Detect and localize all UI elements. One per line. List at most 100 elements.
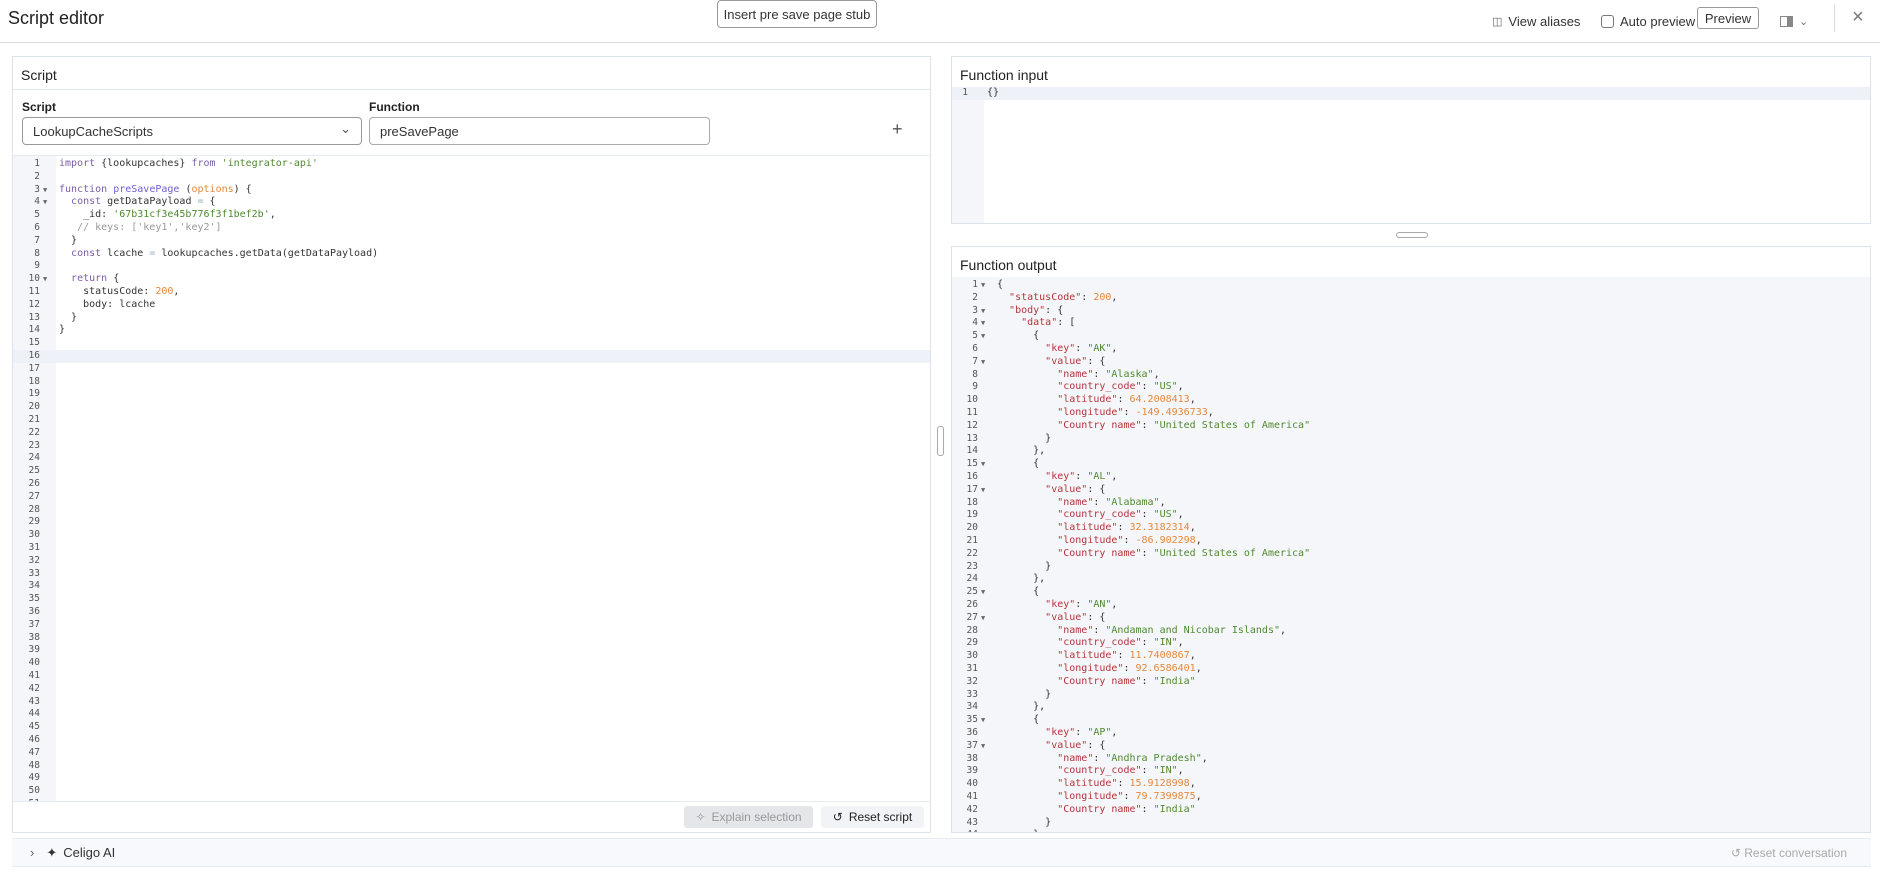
line-number: 35 xyxy=(28,593,40,605)
reset-icon: ↺ xyxy=(832,810,843,824)
fold-arrow-icon[interactable]: ▼ xyxy=(43,184,47,197)
line-number: 18 xyxy=(966,496,978,508)
code-line: "value": { xyxy=(1045,739,1106,751)
script-label: Script xyxy=(22,100,57,114)
line-number: 33 xyxy=(28,567,40,579)
script-code-editor[interactable]: 1 import {lookupcaches} from 'integrator-… xyxy=(13,155,930,802)
celigo-ai-bar[interactable]: › ✦ Celigo AI ↺ Reset conversation xyxy=(12,838,1871,867)
code-line: "key": "AK", xyxy=(1045,343,1118,354)
fold-arrow-icon[interactable]: ▼ xyxy=(981,740,985,753)
vertical-resize-handle[interactable] xyxy=(937,426,944,456)
code-line: statusCode: 200, xyxy=(59,286,180,297)
code-line: "key": "AN", xyxy=(1045,599,1118,610)
line-number: 16 xyxy=(28,350,40,361)
code-line: } xyxy=(59,311,78,323)
code-line: } xyxy=(59,324,66,336)
code-line: }, xyxy=(997,445,1046,457)
line-number: 8 xyxy=(972,368,978,380)
code-line: }, xyxy=(997,829,1045,832)
close-icon[interactable]: × xyxy=(1852,6,1864,29)
fold-arrow-icon[interactable]: ▼ xyxy=(981,586,985,599)
line-number: 46 xyxy=(28,734,40,745)
fold-arrow-icon[interactable]: ▼ xyxy=(981,330,985,343)
line-number: 1 xyxy=(972,279,978,290)
checkbox[interactable] xyxy=(1601,14,1614,28)
code-line: }, xyxy=(997,573,1046,585)
code-line: import {lookupcaches} from 'integrator-a… xyxy=(59,158,318,169)
code-line: } xyxy=(997,560,1052,572)
line-number: 39 xyxy=(28,644,40,656)
line-number: 14 xyxy=(28,324,40,336)
line-number: 19 xyxy=(966,509,978,521)
code-line: "country_code": "IN", xyxy=(1057,765,1184,777)
line-number: 12 xyxy=(28,298,40,310)
reset-script-button[interactable]: ↺ Reset script xyxy=(821,806,924,828)
line-number: 12 xyxy=(966,419,978,431)
function-input[interactable]: preSavePage xyxy=(369,117,710,145)
code-line: }, xyxy=(997,701,1046,713)
code-line: "longitude": -86.902298, xyxy=(1057,535,1202,546)
sparkle-icon: ✦ xyxy=(46,844,58,860)
fold-arrow-icon[interactable]: ▼ xyxy=(981,356,985,369)
line-number: 36 xyxy=(966,727,978,738)
line-number: 49 xyxy=(28,772,40,784)
line-number: 20 xyxy=(28,401,40,413)
line-number: 20 xyxy=(966,522,978,534)
function-output-editor[interactable]: 1 ▼{2 "statusCode": 200, 3 ▼ "body": {4 ▼ "d… xyxy=(952,277,1870,832)
code-line: // keys: ['key1','key2'] xyxy=(59,222,222,233)
line-number: 44 xyxy=(952,829,978,832)
code-line: { xyxy=(997,279,1004,290)
line-number: 41 xyxy=(966,791,978,802)
line-number: 24 xyxy=(966,573,978,585)
panel-title: Function input xyxy=(952,57,1870,90)
line-number: 5 xyxy=(34,209,40,221)
line-number: 42 xyxy=(28,682,40,694)
insert-stub-button[interactable]: Insert pre save page stub xyxy=(717,0,877,28)
line-number: 31 xyxy=(28,542,40,553)
script-select[interactable]: LookupCacheScripts ⌄ xyxy=(22,117,362,145)
fold-arrow-icon[interactable]: ▼ xyxy=(981,279,985,292)
code-line: "name": "Andhra Pradesh", xyxy=(1057,752,1208,764)
fold-arrow-icon[interactable]: ▼ xyxy=(43,273,47,286)
line-number: 13 xyxy=(28,311,40,323)
fold-arrow-icon[interactable]: ▼ xyxy=(981,305,985,318)
line-number: 43 xyxy=(966,816,978,828)
page-title: Script editor xyxy=(8,8,105,28)
celigo-ai-label: Celigo AI xyxy=(63,845,116,860)
fold-arrow-icon[interactable]: ▼ xyxy=(981,714,985,727)
line-number: 34 xyxy=(966,701,978,713)
view-aliases-button[interactable]: ◫ View aliases xyxy=(1492,10,1580,32)
horizontal-resize-handle[interactable] xyxy=(1396,232,1428,238)
fold-arrow-icon[interactable]: ▼ xyxy=(43,196,47,209)
function-input-editor[interactable]: 1 {} xyxy=(952,87,1870,223)
auto-preview-checkbox[interactable]: Auto preview xyxy=(1601,10,1695,32)
code-line: "name": "Alaska", xyxy=(1057,368,1160,380)
line-number: 23 xyxy=(28,439,40,451)
sparkle-icon: ✧ xyxy=(695,810,706,824)
add-icon[interactable]: + xyxy=(892,119,903,140)
line-number: 35 xyxy=(966,714,978,726)
line-number: 27 xyxy=(966,611,978,623)
code-line: "country_code": "IN", xyxy=(1057,637,1184,649)
explain-selection-button[interactable]: ✧ Explain selection xyxy=(684,806,813,828)
line-number: 38 xyxy=(28,631,40,643)
fold-arrow-icon[interactable]: ▼ xyxy=(981,484,985,497)
line-number: 26 xyxy=(28,478,40,489)
line-number: 28 xyxy=(966,624,978,636)
line-number: 45 xyxy=(28,721,40,733)
fold-arrow-icon[interactable]: ▼ xyxy=(981,458,985,471)
code-line: "country_code": "US", xyxy=(1057,509,1184,521)
fold-arrow-icon[interactable]: ▼ xyxy=(981,317,985,330)
fold-arrow-icon[interactable]: ▼ xyxy=(981,612,985,625)
code-line: "key": "AP", xyxy=(1045,727,1118,738)
chevron-right-icon[interactable]: › xyxy=(30,845,34,860)
code-line: { xyxy=(997,330,1040,342)
line-number: 8 xyxy=(34,247,40,259)
line-number: 32 xyxy=(966,675,978,687)
layout-toggle-button[interactable]: ⌄ xyxy=(1780,10,1808,32)
panel-title: Function output xyxy=(952,247,1870,280)
preview-button[interactable]: Preview xyxy=(1697,7,1759,29)
line-number: 40 xyxy=(966,778,978,790)
reset-conversation-button[interactable]: ↺ Reset conversation xyxy=(1731,846,1847,860)
code-line: "longitude": 92.6586401, xyxy=(1057,663,1202,674)
